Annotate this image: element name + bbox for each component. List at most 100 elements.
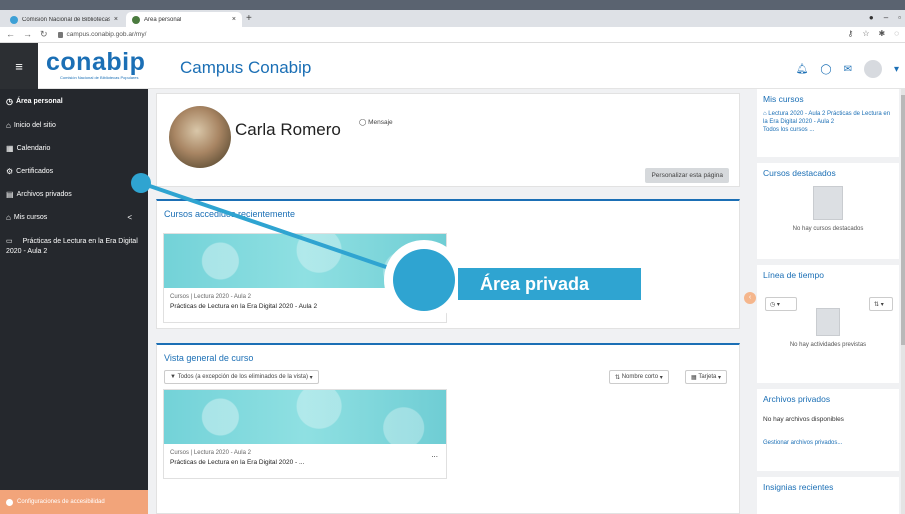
course-card[interactable]: Cursos | Lectura 2020 - Aula 2 Prácticas… [163, 389, 447, 479]
home-icon: ⌂ [6, 121, 11, 130]
forward-icon[interactable]: → [23, 29, 32, 40]
manage-private-files-link[interactable]: Gestionar archivos privados... [757, 439, 899, 447]
course-image [164, 390, 446, 444]
timeline-filter-dropdown[interactable]: ◷ ▾ [765, 297, 797, 311]
main-content: Carla Romero ◯ Mensaje Personalizar esta… [148, 89, 753, 514]
minimize-icon[interactable]: – [884, 13, 888, 22]
all-courses-link[interactable]: Todos los cursos ... [757, 126, 899, 134]
course-actions-menu-icon[interactable]: ... [431, 450, 438, 459]
user-avatar[interactable] [863, 60, 882, 78]
files-icon: ▤ [6, 190, 14, 199]
recent-badges-block: Insignias recientes [757, 477, 899, 514]
extensions-icon[interactable]: ✱ [879, 29, 886, 38]
clock-icon: ◷ ▾ [770, 301, 780, 308]
profile-name: Carla Romero [235, 120, 341, 139]
dashboard-icon: ◷ [6, 97, 13, 106]
my-courses-title: Mis cursos [763, 94, 804, 104]
url-field[interactable]: campus.conabip.gob.ar/my/ [57, 31, 147, 38]
page-scrollbar[interactable] [901, 89, 905, 514]
timeline-placeholder-icon [816, 308, 840, 336]
nav-drawer: ◷ Área personal ⌂ Inicio del sitio ▦ Cal… [0, 89, 148, 514]
sort-dropdown[interactable]: ⇅ Nombre corto ▾ [609, 370, 669, 384]
logo-subtitle: Comisión Nacional de Bibliotecas Popular… [60, 75, 139, 80]
mail-icon[interactable]: ✉ [844, 64, 852, 75]
drawer-item-area-personal[interactable]: ◷ Área personal [6, 97, 63, 106]
sort-label: Nombre corto [621, 374, 659, 380]
site-name[interactable]: Campus Conabip [180, 58, 311, 78]
header-icons: 🔔︎ ◯ ✉ ▾ [796, 60, 899, 78]
new-tab-button[interactable]: + [246, 13, 252, 24]
drawer-item-label: Certificados [16, 168, 54, 175]
drawer-item-certificados[interactable]: ⚙ Certificados [6, 167, 53, 176]
profile-avatar [169, 106, 231, 168]
accessibility-settings-button[interactable]: Configuraciones de accesibilidad [0, 490, 148, 514]
scrollbar-thumb[interactable] [901, 95, 905, 345]
star-icon[interactable]: ☆ [862, 29, 869, 38]
drawer-item-label: Calendario [16, 145, 51, 152]
window-controls: ● – ▫ [869, 13, 901, 22]
message-button[interactable]: ◯ Mensaje [359, 118, 393, 126]
course-name[interactable]: Prácticas de Lectura en la Era Digital 2… [170, 459, 446, 466]
drawer-item-label: Área personal [15, 98, 63, 105]
course-image [164, 234, 446, 288]
view-dropdown[interactable]: ▦ Tarjeta ▾ [685, 370, 728, 384]
address-bar: ← → ↻ campus.conabip.gob.ar/my/ ⚷ ☆ ✱ ◌ [0, 27, 905, 43]
starred-courses-title: Cursos destacados [763, 168, 836, 178]
tab-close-icon[interactable]: × [232, 16, 236, 23]
starred-empty-text: No hay cursos destacados [792, 226, 864, 232]
profile-header-card: Carla Romero ◯ Mensaje Personalizar esta… [156, 93, 740, 187]
timeline-empty-text: No hay actividades previstas [789, 342, 867, 348]
drawer-item-label: Inicio del sitio [13, 122, 56, 129]
starred-courses-block: Cursos destacados No hay cursos destacad… [757, 163, 899, 259]
right-blocks-column: Mis cursos ⌂ Lectura 2020 - Aula 2 Práct… [753, 89, 905, 514]
course-category: Cursos | Lectura 2020 - Aula 2 [170, 294, 251, 300]
url-text: campus.conabip.gob.ar/my/ [66, 31, 147, 38]
timeline-sort-dropdown[interactable]: ⇅ ▾ [869, 297, 893, 311]
my-courses-block: Mis cursos ⌂ Lectura 2020 - Aula 2 Práct… [757, 89, 899, 157]
tab-title: Comisión Nacional de Bibliotecas [22, 16, 110, 23]
recent-badges-title: Insignias recientes [763, 482, 834, 492]
private-files-title: Archivos privados [763, 394, 831, 404]
accessibility-icon [6, 498, 13, 506]
sync-icon[interactable]: ◌ [894, 29, 899, 38]
conabip-logo[interactable]: conabip Comisión Nacional de Bibliotecas… [46, 49, 162, 80]
profile-dot-icon[interactable]: ● [869, 13, 874, 22]
address-bar-actions: ⚷ ☆ ✱ ◌ [848, 29, 900, 38]
drawer-item-archivos-privados[interactable]: ▤ Archivos privados [6, 190, 72, 199]
caret-down-icon: ▾ [308, 374, 313, 381]
notifications-bell-icon[interactable]: 🔔︎ [796, 64, 809, 75]
caret-down-icon: ▾ [658, 374, 663, 381]
course-filter-dropdown[interactable]: ▼ Todos (a excepción de los eliminados d… [164, 370, 319, 384]
my-courses-course: Lectura 2020 - Aula 2 Prácticas de Lectu… [763, 111, 891, 125]
drawer-item-inicio[interactable]: ⌂ Inicio del sitio [6, 121, 56, 130]
course-name[interactable]: Prácticas de Lectura en la Era Digital 2… [170, 303, 446, 310]
sort-icon: ⇅ [615, 374, 622, 381]
caret-down-icon: ▾ [716, 374, 722, 381]
private-files-block: Archivos privados No hay archivos dispon… [757, 389, 899, 471]
key-icon[interactable]: ⚷ [848, 29, 854, 38]
user-menu-caret-icon[interactable]: ▾ [894, 64, 899, 75]
tab-title: Área personal [144, 16, 182, 23]
callout-label: Área privada [458, 268, 641, 300]
menu-toggle-button[interactable]: ≡ [0, 43, 38, 89]
tab-close-icon[interactable]: × [114, 16, 118, 23]
maximize-icon[interactable]: ▫ [898, 13, 901, 22]
course-card[interactable]: Cursos | Lectura 2020 - Aula 2 Prácticas… [163, 233, 447, 323]
drawer-item-mis-cursos[interactable]: ⌂ Mis cursos [6, 213, 47, 222]
my-courses-link[interactable]: ⌂ Lectura 2020 - Aula 2 Prácticas de Lec… [757, 110, 899, 126]
chat-bubble-icon[interactable]: ◯ [820, 64, 831, 75]
back-icon[interactable]: ← [6, 29, 15, 40]
timeline-title: Línea de tiempo [763, 270, 824, 280]
course-overview-block: Vista general de curso ▼ Todos (a excepc… [156, 343, 740, 514]
block-drawer-toggle[interactable]: ‹ [744, 292, 756, 304]
browser-tab-bar: Comisión Nacional de Bibliotecas × Área … [0, 10, 905, 27]
customize-page-button[interactable]: Personalizar esta página [645, 168, 729, 183]
drawer-item-calendario[interactable]: ▦ Calendario [6, 144, 50, 153]
drawer-item-course[interactable]: ▭ Prácticas de Lectura en la Era Digital… [6, 237, 142, 257]
graduation-cap-icon: ⌂ [6, 213, 11, 222]
browser-tab-conabip[interactable]: Comisión Nacional de Bibliotecas × [4, 12, 124, 27]
chevron-left-icon[interactable]: < [127, 213, 132, 222]
reload-icon[interactable]: ↻ [40, 29, 48, 40]
conabip-favicon-icon [10, 15, 18, 24]
browser-tab-area-personal[interactable]: Área personal × [126, 12, 242, 27]
